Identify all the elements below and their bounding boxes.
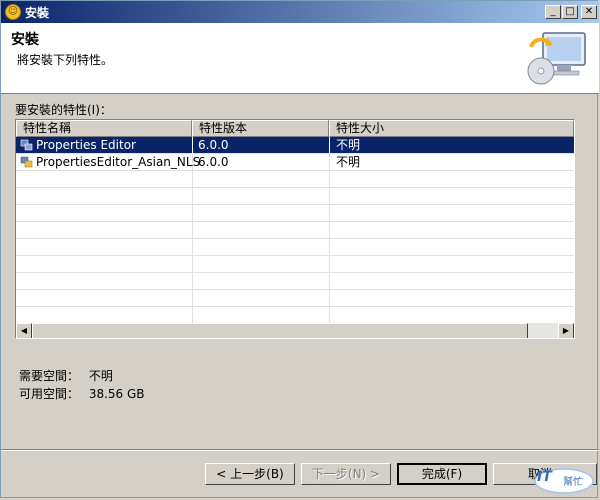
features-label: 要安裝的特性(I)： (15, 103, 112, 117)
empty-row (16, 171, 574, 188)
eclipse-icon: ☺ (5, 4, 21, 20)
install-wizard-icon (527, 32, 586, 85)
feature-name: PropertiesEditor_Asian_NLS (36, 155, 201, 169)
window-title: 安裝 (25, 6, 50, 20)
empty-row (16, 222, 574, 239)
empty-row (16, 188, 574, 205)
feature-size: 不明 (336, 138, 361, 152)
page-description: 將安裝下列特性。 (17, 53, 114, 67)
wizard-header: 安裝 將安裝下列特性。 (1, 23, 599, 94)
next-button[interactable]: 下一步(N) > (301, 463, 391, 485)
available-space-label: 可用空間： (19, 387, 80, 401)
page-title: 安裝 (11, 32, 39, 48)
feature-name: Properties Editor (36, 138, 136, 152)
empty-row (16, 256, 574, 273)
feature-plugin-icon (20, 139, 33, 151)
available-space-value: 38.56 GB (88, 387, 145, 401)
maximize-button[interactable]: □ (562, 5, 578, 19)
finish-button[interactable]: 完成(F) (397, 463, 487, 485)
button-separator (1, 449, 599, 451)
watermark-logo: IT (537, 469, 552, 485)
table-row[interactable]: PropertiesEditor_Asian_NLS 6.0.0 不明 (16, 154, 574, 171)
table-header: 特性名稱 特性版本 特性大小 (16, 120, 574, 137)
scroll-right-button[interactable]: ▶ (558, 323, 574, 338)
column-header-name[interactable]: 特性名稱 (16, 120, 192, 137)
empty-row (16, 205, 574, 222)
feature-version: 6.0.0 (198, 155, 229, 169)
empty-row (16, 273, 574, 290)
empty-row (16, 307, 574, 324)
feature-plugin-icon (20, 156, 33, 168)
horizontal-scrollbar[interactable]: ◀ ▶ (16, 323, 574, 338)
required-space-label: 需要空間： (19, 369, 80, 383)
watermark-sub: 幫忙 (563, 477, 583, 488)
scroll-thumb[interactable] (32, 323, 528, 338)
empty-row (16, 239, 574, 256)
feature-size: 不明 (336, 155, 361, 169)
column-header-version[interactable]: 特性版本 (192, 120, 329, 137)
minimize-button[interactable]: _ (545, 5, 561, 19)
features-table[interactable]: 特性名稱 特性版本 特性大小 Properties Editor 6.0.0 不… (15, 119, 575, 339)
available-space: 可用空間： 38.56 GB (19, 385, 145, 403)
close-button[interactable]: ✕ (581, 5, 597, 19)
table-row[interactable]: Properties Editor 6.0.0 不明 (16, 137, 574, 154)
scroll-left-button[interactable]: ◀ (16, 323, 32, 338)
column-header-size[interactable]: 特性大小 (329, 120, 574, 137)
space-info: 需要空間： 不明 可用空間： 38.56 GB (19, 367, 145, 403)
back-button[interactable]: < 上一步(B) (205, 463, 295, 485)
empty-row (16, 290, 574, 307)
title-bar[interactable]: ☺ 安裝 _ □ ✕ (1, 1, 599, 23)
install-dialog: ☺ 安裝 _ □ ✕ 安裝 將安裝下列特性。 要安裝的特性(I)： 特性名稱 特… (0, 0, 599, 498)
required-space: 需要空間： 不明 (19, 367, 145, 385)
required-space-value: 不明 (88, 369, 113, 383)
ithome-watermark: IT 幫忙 (533, 463, 595, 495)
feature-version: 6.0.0 (198, 138, 229, 152)
